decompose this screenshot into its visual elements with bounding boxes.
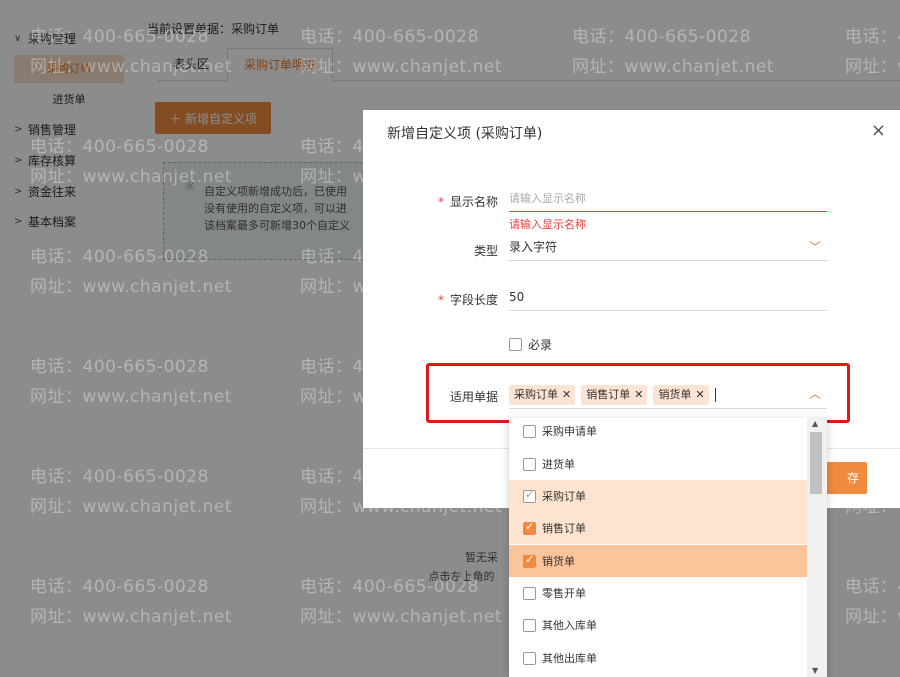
display-name-label-text: 显示名称 [449,195,498,209]
text-caret [714,387,716,402]
option-purchase-order[interactable]: 采购订单 [509,480,807,512]
remove-icon[interactable]: ✕ [634,385,643,405]
option-checkbox[interactable] [523,651,536,665]
option-checkbox[interactable] [523,457,536,471]
option-checkbox[interactable] [523,488,536,503]
option-sales-order[interactable]: 销售订单 [509,512,807,544]
dropdown-scrollbar[interactable]: ▲ ▼ [807,418,827,677]
option-label: 销货单 [542,555,575,568]
option-other-out[interactable]: 其他出库单 [509,642,807,674]
option-label: 采购订单 [542,490,586,503]
required-mark: * [437,195,444,209]
remove-icon[interactable]: ✕ [695,385,704,405]
chip-sales-delivery: 销货单 ✕ [653,384,709,405]
required-checkbox-label: 必录 [528,338,553,352]
chip-label: 销货单 [658,387,692,401]
display-name-error: 请输入显示名称 [509,218,586,231]
option-label: 销售订单 [542,522,586,535]
option-label: 其他出库单 [542,652,597,665]
required-checkbox[interactable] [509,338,522,351]
option-label: 零售开单 [542,587,586,600]
scroll-up-icon[interactable]: ▲ [812,419,818,428]
dialog-title: 新增自定义项 (采购订单) [387,126,543,142]
close-icon[interactable]: × [871,120,886,141]
type-value: 录入字符 [509,240,558,254]
length-label-text: 字段长度 [449,293,498,307]
option-retail[interactable]: 零售开单 [509,577,807,609]
option-checkbox[interactable] [523,618,536,632]
chip-label: 销售订单 [586,387,631,401]
required-checkbox-row[interactable]: 必录 [509,336,552,353]
display-name-input[interactable]: 请输入显示名称 [509,184,827,212]
chip-purchase-order: 采购订单 ✕ [509,384,576,405]
chevron-down-icon: ﹀ [808,240,821,254]
display-name-label: * 显示名称 [438,193,498,210]
type-select[interactable]: 录入字符 ﹀ [509,233,827,261]
required-mark: * [437,293,444,307]
applicable-dropdown: 采购申请单 进货单 采购订单 销售订单 销货单 零售开单 其他入库单 其他出库单… [509,418,827,677]
option-label: 其他入库单 [542,619,597,632]
scroll-down-icon[interactable]: ▼ [812,666,818,675]
option-label: 采购申请单 [542,425,597,438]
applicable-multiselect[interactable]: 采购订单 ✕ 销售订单 ✕ 销货单 ✕ ︿ [509,381,827,409]
length-input[interactable]: 50 [509,283,827,311]
option-checkbox[interactable] [523,586,536,600]
chip-label: 采购订单 [514,387,558,401]
display-name-placeholder: 请输入显示名称 [509,192,586,205]
chevron-up-icon[interactable]: ︿ [809,385,821,402]
option-label: 进货单 [542,458,575,471]
option-checkbox[interactable] [523,553,536,568]
applicable-label: 适用单据 [449,390,498,404]
option-sales-delivery[interactable]: 销货单 [509,545,807,577]
length-label: * 字段长度 [438,291,498,308]
option-other-in[interactable]: 其他入库单 [509,609,807,641]
scrollbar-thumb[interactable] [810,432,822,494]
option-checkbox[interactable] [523,424,536,438]
chip-sales-order: 销售订单 ✕ [581,384,648,405]
option-receipt[interactable]: 进货单 [509,448,807,480]
option-checkbox[interactable] [523,520,536,535]
remove-icon[interactable]: ✕ [562,385,571,405]
option-purchase-request[interactable]: 采购申请单 [509,418,807,447]
type-label: 类型 [473,244,498,258]
